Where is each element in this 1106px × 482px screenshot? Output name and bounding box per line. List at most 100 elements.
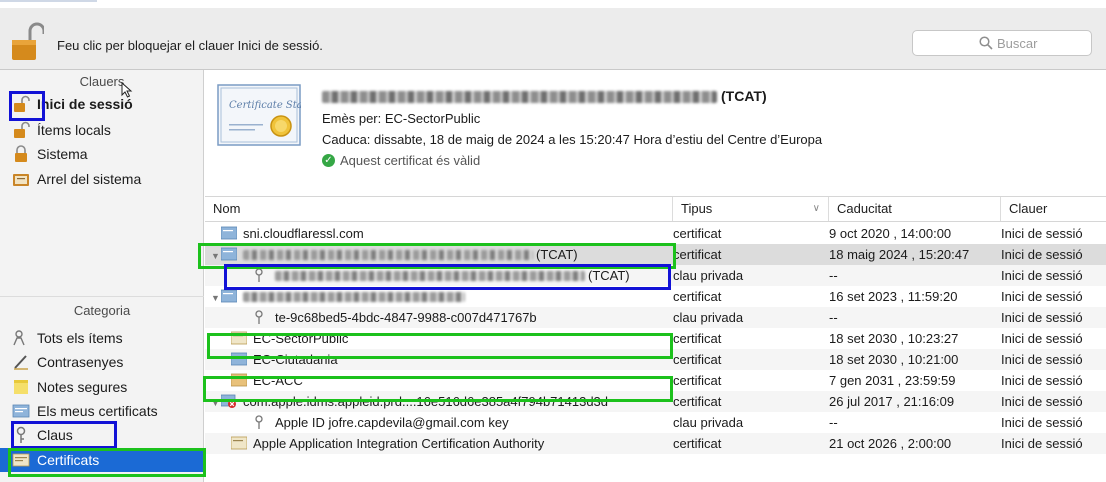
row-keychain: Inici de sessió: [1001, 289, 1083, 304]
row-keychain: Inici de sessió: [1001, 415, 1083, 430]
category-secure-notes[interactable]: Notes segures: [0, 375, 204, 399]
key-icon: [253, 414, 269, 429]
sidebar-divider: [0, 296, 204, 297]
table-row[interactable]: EC-Ciutadania certificat 18 set 2030 , 1…: [205, 349, 1106, 370]
column-header-name[interactable]: Nom: [205, 197, 673, 221]
row-name: te-9c68bed5-4bdc-4847-9988-c007d471767b: [275, 310, 537, 325]
table-row[interactable]: ▼ (TCAT) certificat 18 maig 2024 , 15:20:…: [205, 244, 1106, 265]
row-keychain: Inici de sessió: [1001, 247, 1083, 262]
certificate-icon: [230, 372, 248, 387]
padlock-open-icon: [12, 22, 46, 60]
table-row[interactable]: Apple ID jofre.capdevila@gmail.com key c…: [205, 412, 1106, 433]
row-keychain: Inici de sessió: [1001, 226, 1083, 241]
table-row[interactable]: te-9c68bed5-4bdc-4847-9988-c007d471767b …: [205, 307, 1106, 328]
disclosure-triangle-icon[interactable]: ▼: [211, 246, 221, 265]
keychain-login[interactable]: Inici de sessió: [0, 92, 204, 116]
top-accent: [0, 0, 97, 2]
category-keys[interactable]: Claus: [0, 423, 204, 447]
sidebar: Clauers Inici de sessió Ítems locals Sis…: [0, 70, 204, 482]
row-name: EC-Ciutadania: [253, 352, 338, 367]
category-passwords[interactable]: Contrasenyes: [0, 350, 204, 374]
row-keychain: Inici de sessió: [1001, 331, 1083, 346]
keychain-local-items[interactable]: Ítems locals: [0, 118, 204, 142]
category-label: Certificats: [37, 452, 100, 468]
keychain-label: Inici de sessió: [37, 96, 133, 112]
padlock-open-icon: [12, 95, 30, 113]
pen-icon: [12, 353, 30, 371]
my-certificate-icon: [12, 402, 30, 420]
certificate-icon: [230, 330, 248, 345]
table-row[interactable]: ▼ certificat 16 set 2023 , 11:59:20 Inic…: [205, 286, 1106, 307]
search-icon: [979, 36, 993, 50]
row-expires: 9 oct 2020 , 14:00:00: [829, 226, 952, 241]
column-header-type[interactable]: Tipus ∨: [673, 197, 829, 221]
certificate-image-caption: Certificate Standard: [229, 100, 301, 111]
row-name-cell: Apple Application Integration Certificat…: [205, 433, 669, 454]
keychain-system-roots[interactable]: Arrel del sistema: [0, 167, 204, 191]
table-row[interactable]: EC-SectorPublic certificat 18 set 2030 ,…: [205, 328, 1106, 349]
toolbar: Feu clic per bloquejar el clauer Inici d…: [0, 8, 1106, 70]
row-name-cell: EC-ACC: [205, 370, 669, 391]
row-name-cell: ▼: [205, 286, 669, 307]
category-label: Contrasenyes: [37, 354, 124, 370]
certificate-status: ✓ Aquest certificat és vàlid: [322, 153, 480, 168]
sort-chevron-icon: ∨: [812, 203, 820, 214]
invalid-certificate-icon: [220, 393, 237, 408]
disclosure-triangle-icon[interactable]: ▼: [211, 393, 221, 412]
row-name-cell: te-9c68bed5-4bdc-4847-9988-c007d471767b: [205, 307, 669, 328]
category-header: Categoria: [73, 303, 131, 318]
row-expires: --: [829, 268, 838, 283]
certificate-issuer: Emès per: EC-SectorPublic: [322, 111, 481, 126]
keychain-system[interactable]: Sistema: [0, 142, 204, 166]
certificate-icon: [220, 225, 238, 240]
table-row[interactable]: ▼ com.apple.idms.appleid.prd....16e516d6e…: [205, 391, 1106, 412]
people-icon: [12, 329, 30, 347]
items-table: Nom Tipus ∨ Caducitat Clauer sni.cloudfla…: [205, 196, 1106, 482]
row-name-cell: ▼ (TCAT): [205, 244, 669, 265]
table-row[interactable]: (TCAT) clau privada -- Inici de sessió: [205, 265, 1106, 286]
lock-keychain-button[interactable]: [10, 22, 46, 62]
row-expires: 18 set 2030 , 10:23:27: [829, 331, 959, 346]
row-name: Apple Application Integration Certificat…: [253, 436, 545, 451]
disclosure-triangle-icon[interactable]: ▼: [211, 288, 221, 307]
table-row[interactable]: sni.cloudflaressl.com certificat 9 oct 2…: [205, 223, 1106, 244]
row-name: sni.cloudflaressl.com: [243, 226, 364, 241]
table-row[interactable]: EC-ACC certificat 7 gen 2031 , 23:59:59 …: [205, 370, 1106, 391]
redacted-name: [322, 91, 717, 104]
column-header-keychain[interactable]: Clauer: [1001, 197, 1106, 221]
row-name-cell: Apple ID jofre.capdevila@gmail.com key: [205, 412, 669, 433]
category-certificates[interactable]: Certificats: [0, 448, 204, 472]
table-header-divider: [205, 221, 1106, 222]
certificate-status-text: Aquest certificat és vàlid: [340, 153, 481, 168]
key-icon: [12, 426, 30, 444]
certificate-icon: [230, 351, 248, 366]
padlock-closed-icon: [12, 145, 30, 163]
row-type: certificat: [673, 289, 722, 304]
padlock-open-icon: [12, 121, 30, 139]
certificate-icon: [230, 435, 248, 450]
column-header-type-label: Tipus: [681, 201, 713, 216]
category-all-items[interactable]: Tots els ítems: [0, 326, 204, 350]
key-icon: [253, 309, 269, 324]
search-input[interactable]: [997, 34, 1085, 52]
row-name-cell: EC-SectorPublic: [205, 328, 669, 349]
category-label: Claus: [37, 427, 73, 443]
note-icon: [12, 378, 30, 396]
row-name-cell: (TCAT): [205, 265, 669, 286]
certificate-icon: [12, 451, 30, 469]
key-icon: [253, 267, 269, 282]
row-keychain: Inici de sessió: [1001, 352, 1083, 367]
search-field[interactable]: [912, 30, 1092, 56]
redacted-name: [243, 250, 533, 260]
table-row[interactable]: Apple Application Integration Certificat…: [205, 433, 1106, 454]
row-name: EC-SectorPublic: [253, 331, 349, 346]
keychain-label: Sistema: [37, 146, 88, 162]
row-type: certificat: [673, 436, 722, 451]
column-header-expires[interactable]: Caducitat: [829, 197, 1001, 221]
row-expires: 26 jul 2017 , 21:16:09: [829, 394, 955, 409]
keychain-label: Arrel del sistema: [37, 171, 142, 187]
row-keychain: Inici de sessió: [1001, 373, 1083, 388]
category-my-certificates[interactable]: Els meus certificats: [0, 399, 204, 423]
category-label: Els meus certificats: [37, 403, 158, 419]
certificate-title-suffix: (TCAT): [721, 88, 767, 104]
